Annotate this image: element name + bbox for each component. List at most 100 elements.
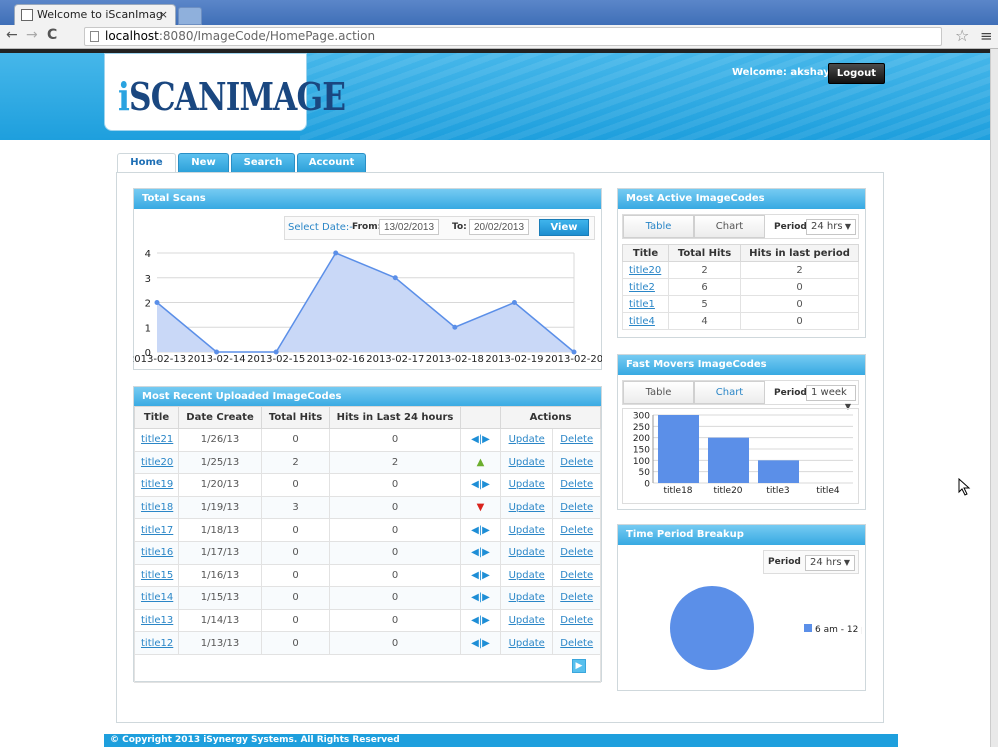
table-cell: 0 [740,295,859,313]
data-point [452,324,458,330]
update-link[interactable]: Update [509,547,545,558]
x-tick-label: title18 [663,486,692,496]
title-link[interactable]: title21 [141,434,173,445]
delete-link[interactable]: Delete [560,615,593,626]
delete-link[interactable]: Delete [560,434,593,445]
table-row: title17 1/18/13 0 0 ◀|▶ Update Delete [134,518,601,542]
delete-link[interactable]: Delete [560,638,593,649]
title-link[interactable]: title1 [629,299,655,310]
tab-home[interactable]: Home [117,153,176,173]
fast-movers-table-tab[interactable]: Table [623,381,694,404]
update-link[interactable]: Update [509,570,545,581]
table-cell: 0 [261,540,330,565]
trend-cell: ◀|▶ [460,428,501,452]
table-row: title1 5 0 [622,295,859,313]
x-tick-label: 2013-02-16 [307,354,365,365]
from-label: From: [352,222,382,232]
title-cell: title21 [134,428,179,452]
y-tick-label: 300 [633,412,650,422]
table-cell: 3 [261,495,330,520]
y-tick-label: 3 [145,274,151,285]
trend-flat-icon: ◀|▶ [471,592,490,604]
update-link[interactable]: Update [509,434,545,445]
address-bar[interactable]: localhost:8080/ImageCode/HomePage.action [84,27,942,46]
x-tick-label: 2013-02-18 [426,354,484,365]
table-cell: 0 [261,473,330,497]
delete-link[interactable]: Delete [560,570,593,581]
page-scrollbar[interactable] [990,49,998,747]
bookmark-star-icon[interactable]: ☆ [955,26,969,45]
pager-row [134,653,601,683]
update-link[interactable]: Update [509,592,545,603]
bar [708,437,749,483]
title-link[interactable]: title19 [141,479,173,490]
forward-icon[interactable]: → [26,27,38,43]
back-icon[interactable]: ← [6,27,18,43]
x-tick-label: title20 [713,486,742,496]
panel-title: Total Scans [134,189,601,209]
table-cell: 0 [261,631,330,655]
most-active-table-tab[interactable]: Table [623,215,694,238]
update-link[interactable]: Update [509,479,545,490]
next-page-button[interactable]: ▶ [572,659,586,673]
update-link[interactable]: Update [509,615,545,626]
title-link[interactable]: title2 [629,282,655,293]
table-cell: 0 [261,608,330,633]
fast-movers-period-select[interactable]: 1 week ▼ [806,385,856,411]
title-link[interactable]: title4 [629,316,655,327]
title-link[interactable]: title12 [141,638,173,649]
title-cell: title20 [134,450,179,475]
most-active-chart-tab[interactable]: Chart [694,215,765,238]
trend-cell: ◀|▶ [460,586,501,610]
title-link[interactable]: title13 [141,615,173,626]
logout-button[interactable]: Logout [828,63,885,84]
title-link[interactable]: title17 [141,525,173,536]
update-link[interactable]: Update [509,638,545,649]
url-host: localhost [105,29,159,43]
delete-link[interactable]: Delete [560,479,593,490]
title-link[interactable]: title20 [141,457,173,468]
tab-new[interactable]: New [178,153,229,173]
title-link[interactable]: title15 [141,570,173,581]
tab-search[interactable]: Search [231,153,295,173]
delete-link[interactable]: Delete [560,502,593,513]
from-date-input[interactable] [379,219,439,235]
title-link[interactable]: title20 [629,265,661,276]
new-tab-button[interactable] [178,7,202,25]
reload-icon[interactable]: C [47,27,57,43]
delete-link[interactable]: Delete [560,457,593,468]
update-link[interactable]: Update [509,457,545,468]
delete-link[interactable]: Delete [560,525,593,536]
update-link[interactable]: Update [509,502,545,513]
table-cell: 1/18/13 [178,518,262,542]
browser-menu-icon[interactable]: ≡ [980,27,993,45]
title-cell: title15 [134,563,179,588]
delete-link[interactable]: Delete [560,592,593,603]
to-date-input[interactable] [469,219,529,235]
delete-cell: Delete [552,518,601,542]
delete-link[interactable]: Delete [560,547,593,558]
update-link[interactable]: Update [509,525,545,536]
fast-movers-chart-tab[interactable]: Chart [694,381,765,404]
data-point [392,275,398,281]
table-cell: 1/26/13 [178,428,262,452]
delete-cell: Delete [552,586,601,610]
delete-cell: Delete [552,473,601,497]
most-active-period-select[interactable]: 24 hrs ▼ [806,219,856,235]
trend-cell: ▼ [460,495,501,520]
trend-cell: ◀|▶ [460,473,501,497]
close-tab-icon[interactable]: × [159,5,168,25]
table-cell: 1/25/13 [178,450,262,475]
table-row: title12 1/13/13 0 0 ◀|▶ Update Delete [134,631,601,655]
logo[interactable]: iSCANIMAGE [118,74,346,119]
title-link[interactable]: title16 [141,547,173,558]
tab-account[interactable]: Account [297,153,366,173]
title-link[interactable]: title14 [141,592,173,603]
browser-tab[interactable]: Welcome to iScanImag × [14,4,176,25]
trend-up-icon: ▲ [476,456,485,468]
period-label: Period [774,222,807,232]
time-period-select[interactable]: 24 hrs ▼ [805,555,855,571]
dropdown-icon: ▼ [843,558,850,567]
title-link[interactable]: title18 [141,502,173,513]
view-button[interactable]: View [539,219,589,236]
